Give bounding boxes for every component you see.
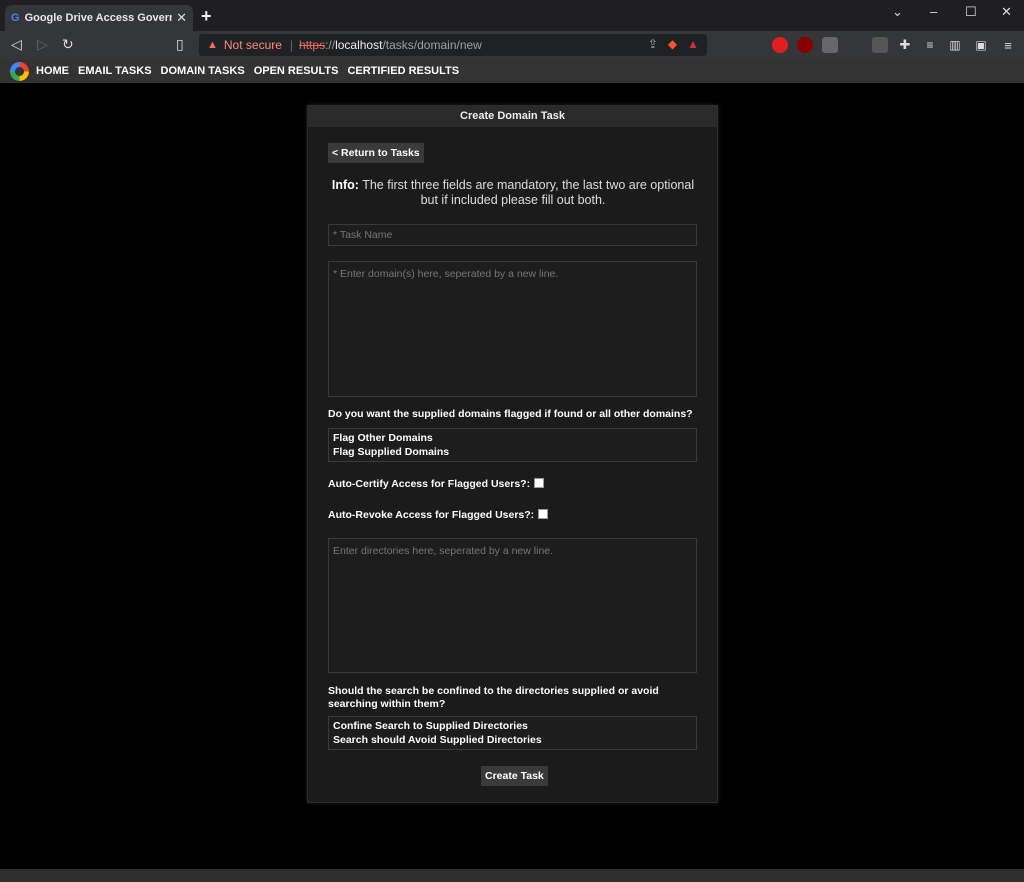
flag-option-other[interactable]: Flag Other Domains <box>333 432 692 446</box>
extension-hand-icon[interactable] <box>772 37 788 53</box>
nav-email-tasks[interactable]: EMAIL TASKS <box>78 65 152 77</box>
task-name-input[interactable]: * Task Name <box>328 224 697 246</box>
puzzle-extensions-icon[interactable]: ✚ <box>897 37 913 53</box>
address-bar[interactable]: ▲ Not secure | https :// localhost /task… <box>199 34 707 56</box>
app-navbar: HOME EMAIL TASKS DOMAIN TASKS OPEN RESUL… <box>0 59 1024 83</box>
flag-option-supplied[interactable]: Flag Supplied Domains <box>333 446 692 460</box>
domains-textarea[interactable]: * Enter domain(s) here, seperated by a n… <box>328 261 697 397</box>
ublock-icon[interactable] <box>797 37 813 53</box>
minimize-icon[interactable]: – <box>930 4 937 19</box>
warning-icon: ▲ <box>207 39 218 51</box>
tab-title: Google Drive Access Governance <box>24 12 173 24</box>
url-divider: | <box>289 38 294 52</box>
maximize-icon[interactable]: ☐ <box>965 4 977 20</box>
flag-question-label: Do you want the supplied domains flagged… <box>328 408 693 420</box>
google-logo-icon[interactable] <box>10 61 29 81</box>
close-tab-icon[interactable]: ✕ <box>176 10 187 26</box>
nav-open-results[interactable]: OPEN RESULTS <box>254 65 339 77</box>
browser-tab-strip: G Google Drive Access Governance ✕ + ⌄ –… <box>0 0 1024 31</box>
browser-tab[interactable]: G Google Drive Access Governance ✕ <box>5 5 193 31</box>
url-path: /tasks/domain/new <box>382 38 482 52</box>
auto-certify-label: Auto-Certify Access for Flagged Users?: <box>328 478 531 490</box>
security-indicator[interactable]: Not secure <box>224 38 282 52</box>
info-body: The first three fields are mandatory, th… <box>358 178 695 207</box>
brave-rewards-icon[interactable]: ▲ <box>687 37 699 51</box>
auto-revoke-label: Auto-Revoke Access for Flagged Users?: <box>328 509 535 521</box>
tab-search-chevron-icon[interactable]: ⌄ <box>892 4 903 20</box>
info-text: Info: The first three fields are mandato… <box>328 178 698 208</box>
media-queue-icon[interactable]: ≡ <box>922 37 938 53</box>
brave-shields-icon[interactable]: ◆ <box>668 37 677 51</box>
confine-option-avoid[interactable]: Search should Avoid Supplied Directories <box>333 734 692 748</box>
auto-certify-row: Auto-Certify Access for Flagged Users?: <box>328 478 698 491</box>
create-domain-task-panel: Create Domain Task < Return to Tasks Inf… <box>307 105 718 803</box>
auto-certify-checkbox[interactable] <box>534 478 545 488</box>
browser-toolbar: ◁ ▷ ↻ ▯ ▲ Not secure | https :// localho… <box>0 31 1024 59</box>
extension-tp-icon[interactable] <box>847 37 863 53</box>
reload-icon[interactable]: ↻ <box>62 37 74 51</box>
confine-option-confine[interactable]: Confine Search to Supplied Directories <box>333 720 692 734</box>
bookmark-icon[interactable]: ▯ <box>176 37 184 51</box>
directories-textarea[interactable]: Enter directories here, seperated by a n… <box>328 538 697 673</box>
auto-revoke-row: Auto-Revoke Access for Flagged Users?: <box>328 509 698 522</box>
confine-search-select[interactable]: Confine Search to Supplied Directories S… <box>328 716 697 750</box>
info-prefix: Info: <box>331 178 359 192</box>
auto-revoke-checkbox[interactable] <box>538 509 549 519</box>
back-icon[interactable]: ◁ <box>11 37 22 51</box>
nav-domain-tasks[interactable]: DOMAIN TASKS <box>161 65 245 77</box>
share-icon[interactable]: ⇪ <box>648 37 658 51</box>
sidebar-toggle-icon[interactable]: ▥ <box>947 37 963 53</box>
extension-dots-icon[interactable] <box>872 37 888 53</box>
flag-domains-select[interactable]: Flag Other Domains Flag Supplied Domains <box>328 428 697 462</box>
close-window-icon[interactable]: ✕ <box>1001 4 1012 20</box>
forward-icon[interactable]: ▷ <box>37 37 48 51</box>
menu-icon[interactable]: ≡ <box>1000 37 1016 53</box>
confine-question-label: Should the search be confined to the dir… <box>328 685 659 710</box>
wallet-icon[interactable]: ▣ <box>973 37 989 53</box>
create-task-button[interactable]: Create Task <box>481 766 548 786</box>
nav-home[interactable]: HOME <box>36 65 69 77</box>
camera-icon[interactable] <box>822 37 838 53</box>
url-separator: :// <box>325 38 336 52</box>
google-favicon-icon: G <box>11 12 20 24</box>
url-scheme: https <box>299 38 326 52</box>
nav-certified-results[interactable]: CERTIFIED RESULTS <box>347 65 459 77</box>
new-tab-button[interactable]: + <box>201 7 212 25</box>
bottom-scrollbar[interactable] <box>0 869 1024 882</box>
panel-title: Create Domain Task <box>308 106 717 127</box>
return-to-tasks-button[interactable]: < Return to Tasks <box>328 143 424 163</box>
url-host: localhost <box>335 38 383 52</box>
